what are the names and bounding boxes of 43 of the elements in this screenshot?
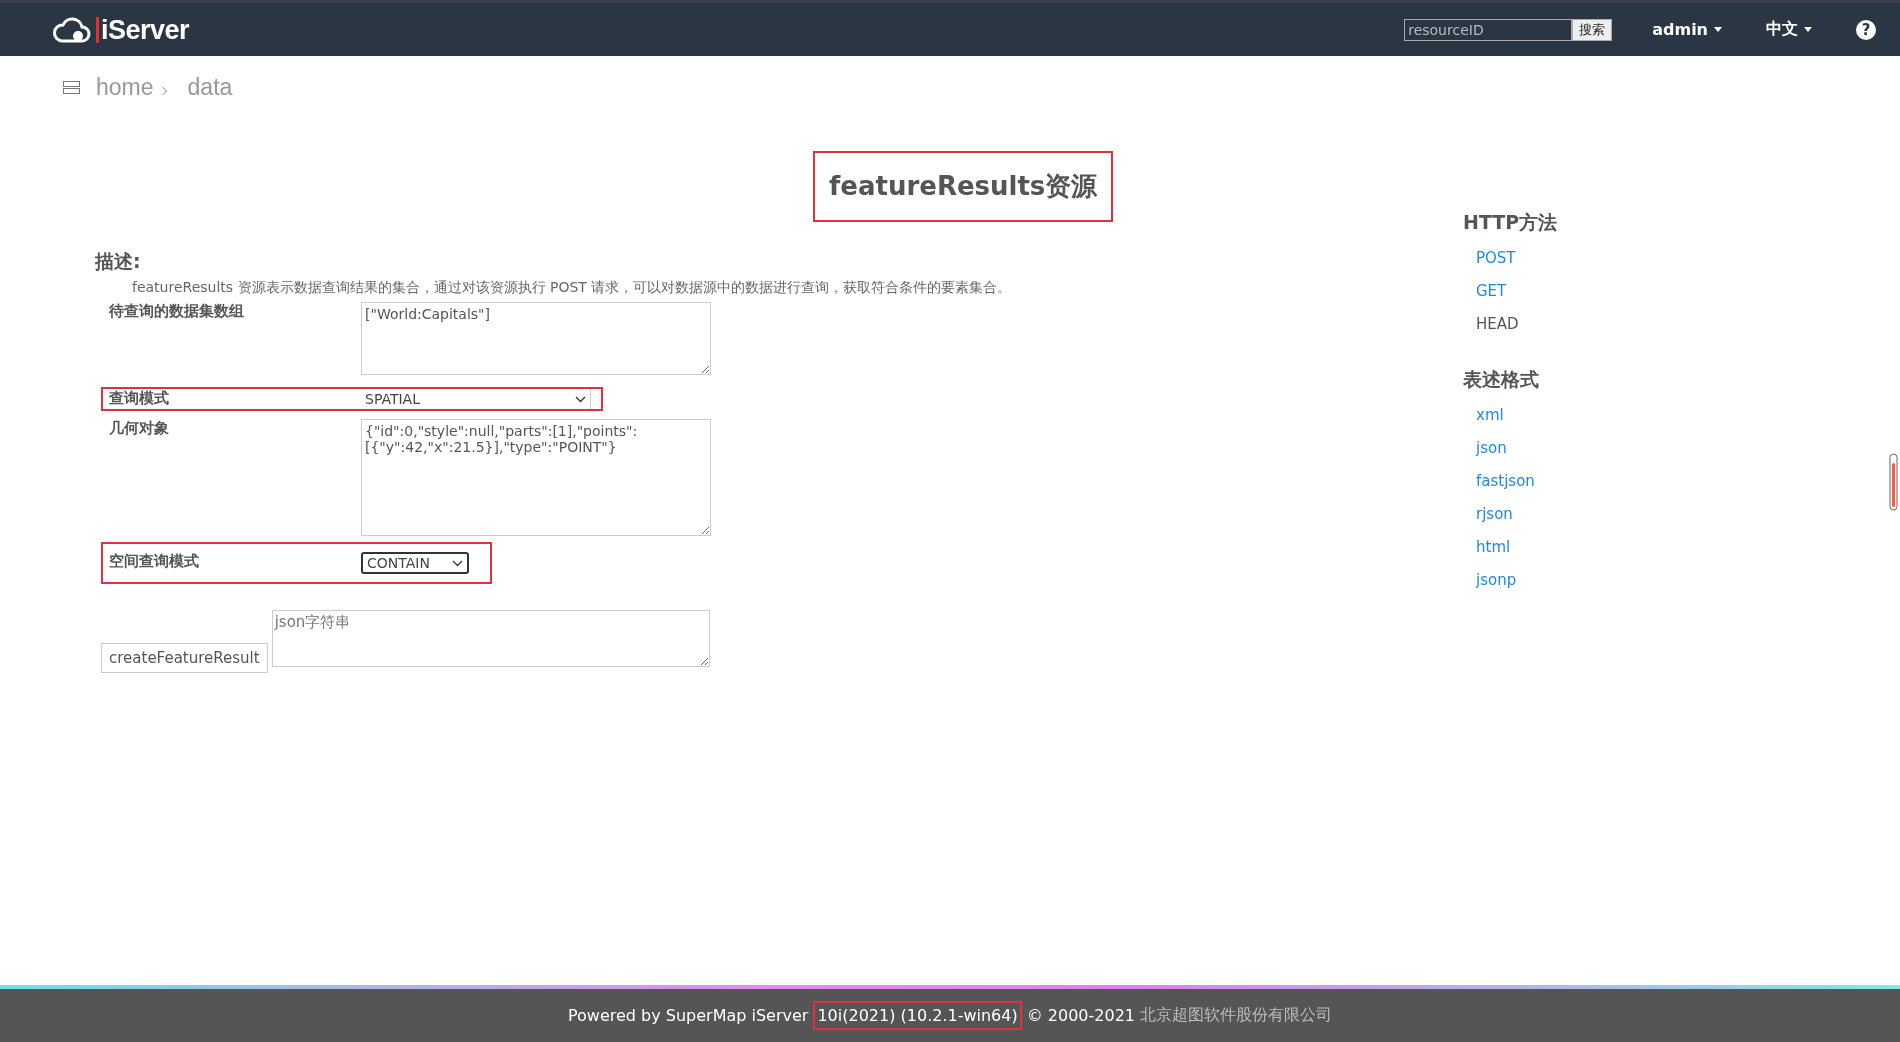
language-menu[interactable]: 中文 <box>1766 19 1812 40</box>
page-title: featureResults资源 <box>813 151 1114 222</box>
description-heading: 描述: <box>95 249 142 274</box>
caret-icon <box>1804 27 1812 32</box>
text-area[interactable]: {"id":0,"style":null,"parts":[1],"points":[{"y":42,"x":21.5}],"type":"POINT"} <box>361 419 711 536</box>
sidebar-text: HEAD <box>1476 314 1519 335</box>
scrollbar[interactable] <box>1889 453 1898 511</box>
field-label: 几何对象 <box>108 419 170 438</box>
sidebar-link[interactable]: POST <box>1476 242 1516 275</box>
caret-icon <box>1714 27 1722 32</box>
dropdown[interactable]: CONTAIN <box>361 552 469 574</box>
search-field[interactable]: resourceID <box>1404 18 1573 41</box>
list-icon <box>63 80 80 94</box>
footer-text: Powered by SuperMap iServer <box>567 1006 809 1025</box>
breadcrumb-link[interactable]: data <box>187 73 233 101</box>
sidebar-link[interactable]: rjson <box>1476 498 1513 531</box>
chevron-icon <box>452 559 463 567</box>
breadcrumb-link[interactable]: home <box>96 73 154 101</box>
sidebar-link[interactable]: json <box>1476 432 1507 465</box>
section-heading: HTTP方法 <box>1463 210 1558 235</box>
sidebar-link[interactable]: fastjson <box>1476 465 1535 498</box>
json-input-field[interactable]: json字符串 <box>271 610 710 667</box>
cloud-logo-icon <box>52 15 92 44</box>
field-label: 空间查询模式 <box>108 552 200 571</box>
sidebar-link[interactable]: GET <box>1476 275 1507 308</box>
field-label: 查询模式 <box>108 389 170 408</box>
dropdown[interactable]: SPATIAL <box>361 389 591 409</box>
help-button[interactable]: ? <box>1856 19 1876 40</box>
version-text: 10i(2021) (10.2.1-win64) <box>813 1001 1022 1030</box>
sidebar-link[interactable]: jsonp <box>1476 564 1517 597</box>
search-button[interactable]: 搜索 <box>1572 18 1613 41</box>
logo-text: iServer <box>96 16 190 43</box>
chevron-icon <box>575 395 586 403</box>
create-feature-result-button[interactable]: createFeatureResult <box>101 643 268 673</box>
company-name: 北京超图软件股份有限公司 <box>1140 1005 1332 1026</box>
copyright-text: © 2000-2021 <box>1026 1006 1135 1025</box>
description-text: featureResults 资源表示数据查询结果的集合，通过对该资源执行 POST 请求，可以对数据源中的数据进行查询，获取符合条件的要素集合。 <box>131 279 1013 297</box>
text-area[interactable]: ["World:Capitals"] <box>361 302 711 375</box>
field-label: 待查询的数据集数组 <box>108 302 245 321</box>
sidebar-link[interactable]: html <box>1476 531 1511 564</box>
user-menu[interactable]: admin <box>1652 20 1722 39</box>
sidebar-link[interactable]: xml <box>1476 399 1504 432</box>
section-heading: 表述格式 <box>1463 367 1539 392</box>
